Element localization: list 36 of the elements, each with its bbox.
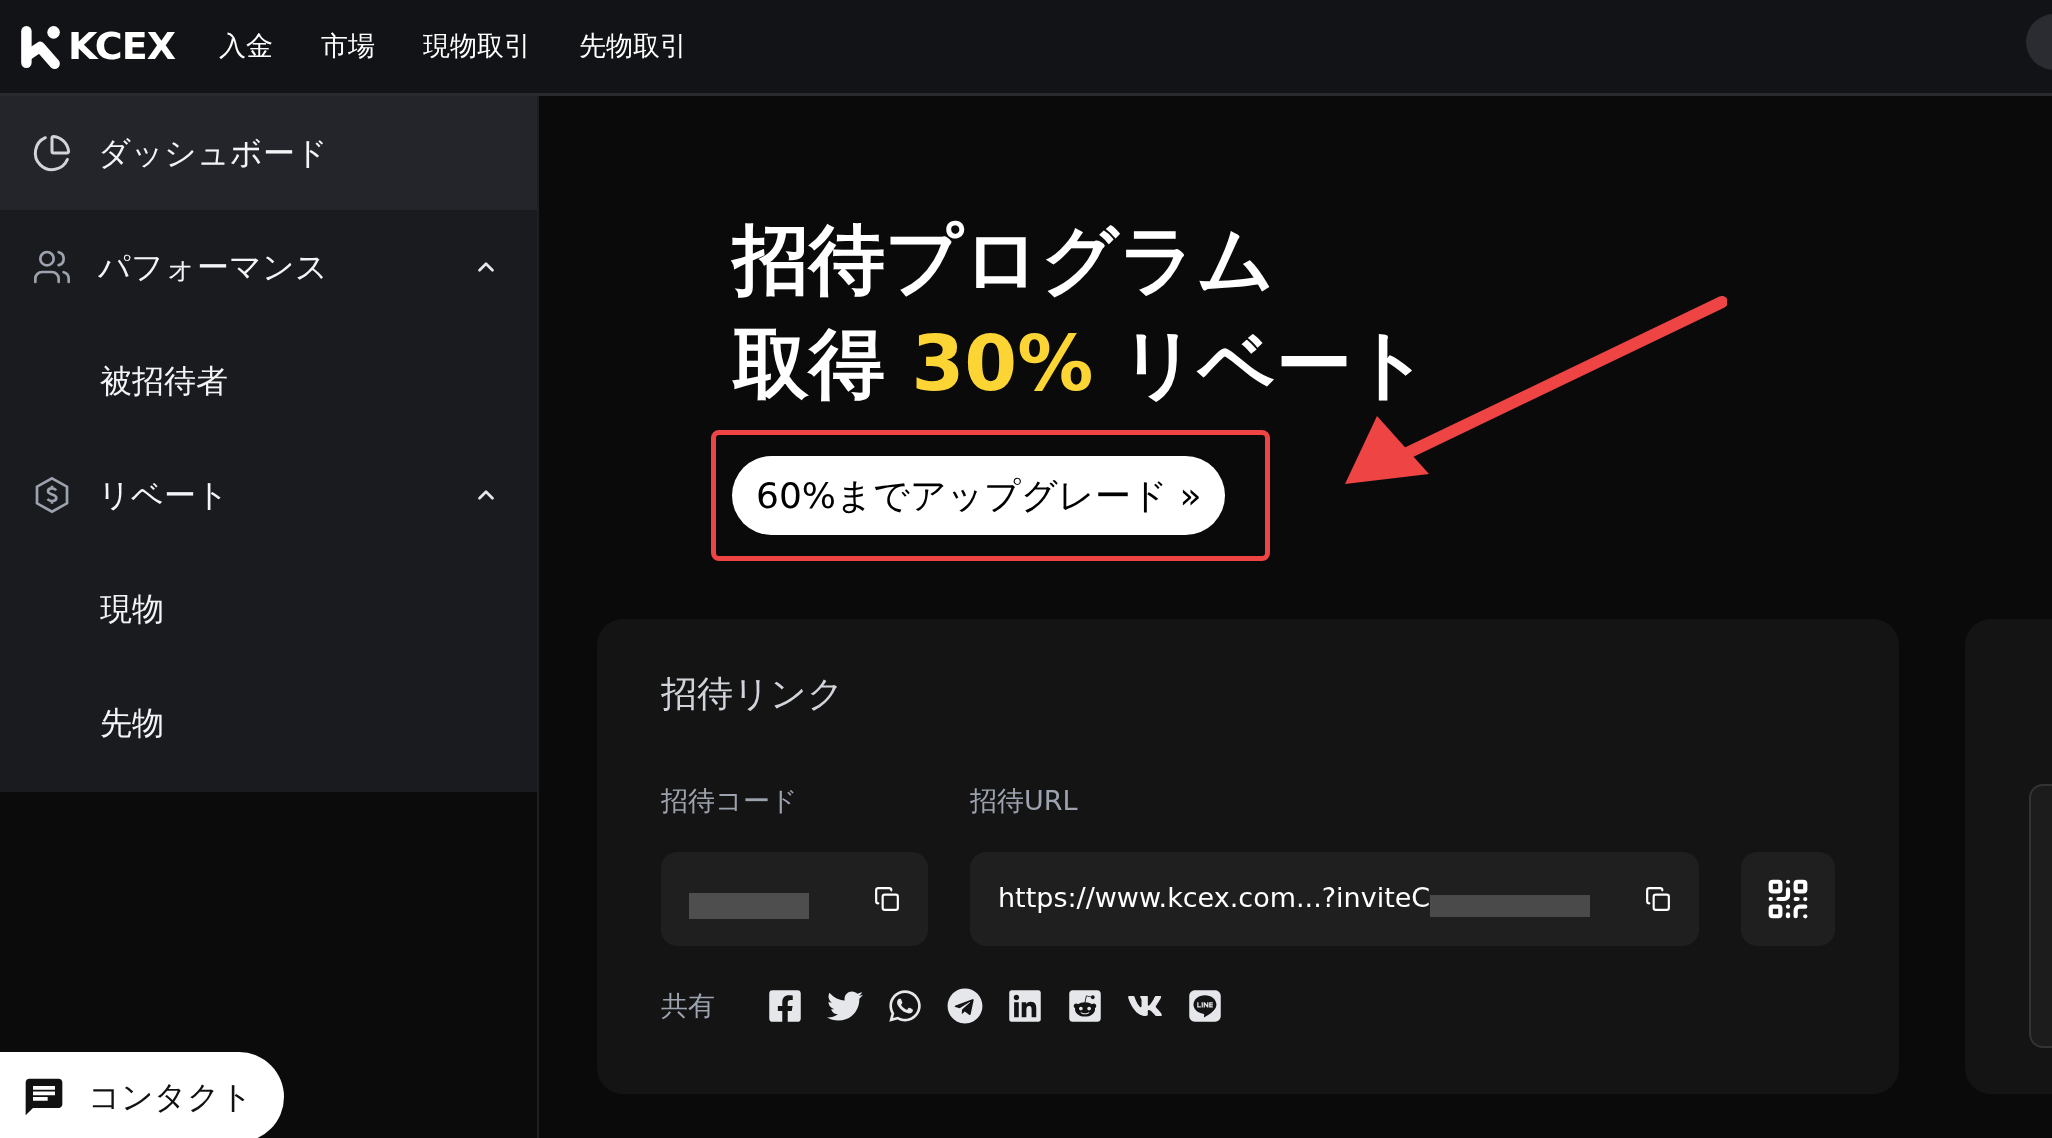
- logo-text: KCEX: [68, 23, 176, 70]
- nav-link[interactable]: 市場: [321, 26, 376, 67]
- line-icon[interactable]: [1187, 987, 1223, 1024]
- sidebar-subitem[interactable]: 先物: [0, 666, 537, 780]
- sidebar-label: ダッシュボード: [98, 133, 329, 174]
- nav-link[interactable]: 現物取引: [423, 26, 532, 67]
- sidebar-label: パフォーマンス: [98, 247, 329, 288]
- hero-title: 招待プログラム: [733, 214, 1276, 306]
- sidebar-item[interactable]: パフォーマンス: [0, 210, 537, 324]
- sidebar-item[interactable]: ダッシュボード: [0, 96, 537, 210]
- field-label: 招待URL: [970, 784, 1079, 818]
- invite-code-field[interactable]: [661, 851, 928, 946]
- card-title: 招待リンク: [661, 672, 845, 716]
- linkedin-icon[interactable]: [1007, 987, 1043, 1024]
- field-label: 招待コード: [661, 784, 799, 818]
- nav-link[interactable]: 入金: [219, 26, 274, 67]
- sidebar-subitem[interactable]: 被招待者: [0, 324, 537, 438]
- url-text: https://www.kcex.com...?inviteC: [998, 881, 1431, 916]
- upgrade-button[interactable]: 60%までアップグレード »: [732, 456, 1226, 535]
- contact-button[interactable]: コンタクト: [0, 1052, 284, 1138]
- share-label: 共有: [661, 988, 716, 1023]
- whatsapp-icon[interactable]: [887, 987, 923, 1024]
- reddit-icon[interactable]: [1067, 987, 1103, 1024]
- hero-subtitle: 取得 30% リベート: [733, 318, 1430, 410]
- qr-code-button[interactable]: [1741, 851, 1835, 946]
- sidebar-subitem[interactable]: 現物: [0, 552, 537, 666]
- copy-icon[interactable]: [1645, 885, 1671, 912]
- telegram-icon[interactable]: [947, 987, 983, 1024]
- logo-icon: [18, 23, 62, 70]
- invite-url-field[interactable]: https://www.kcex.com...?inviteC: [970, 851, 1699, 946]
- facebook-icon[interactable]: [767, 987, 803, 1024]
- sidebar-label: リベート: [98, 475, 230, 516]
- nav-link[interactable]: 先物取引: [579, 26, 688, 67]
- sidebar-item[interactable]: リベート: [0, 438, 537, 552]
- dashboard-icon: [32, 133, 72, 173]
- copy-icon[interactable]: [874, 885, 900, 912]
